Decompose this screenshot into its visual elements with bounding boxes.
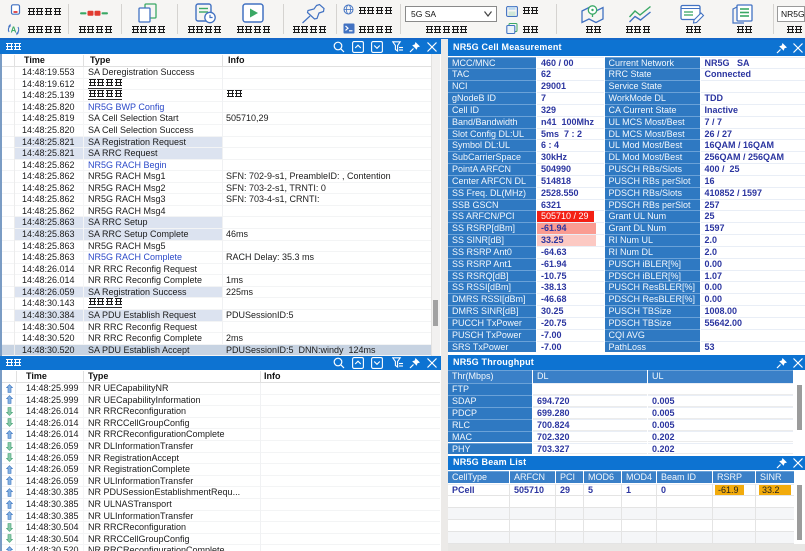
svg-text:A: A bbox=[11, 25, 17, 34]
